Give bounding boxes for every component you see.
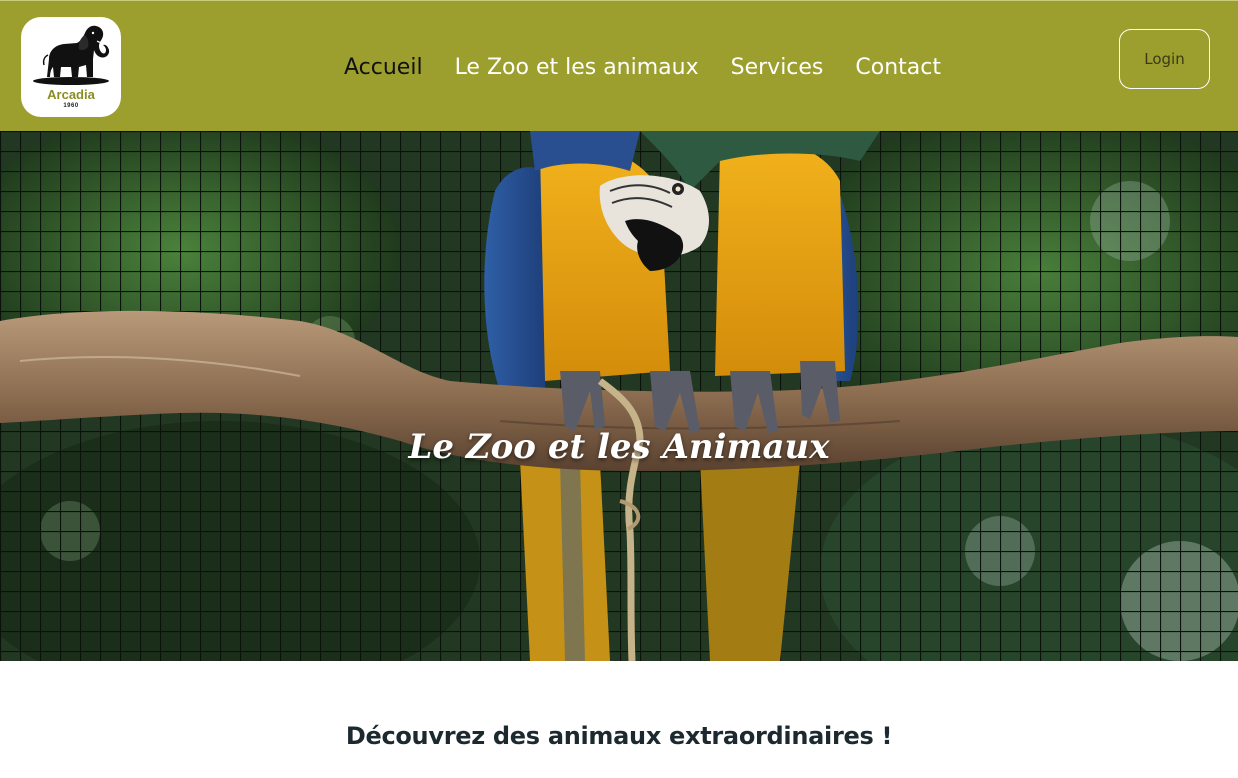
section-title: Découvrez des animaux extraordinaires ! [345, 722, 893, 750]
elephant-icon [33, 25, 110, 85]
nav-item-contact[interactable]: Contact [855, 53, 941, 83]
login-button[interactable]: Login [1119, 29, 1210, 89]
logo[interactable]: Arcadia 1960 [21, 17, 121, 117]
brand-name: Arcadia [47, 87, 95, 102]
page: Arcadia 1960 Accueil Le Zoo et les anima… [0, 0, 1238, 778]
nav-item-services[interactable]: Services [731, 53, 824, 83]
main-nav: Accueil Le Zoo et les animaux Services C… [344, 53, 941, 83]
nav-item-accueil[interactable]: Accueil [344, 53, 423, 83]
hero-banner: Le Zoo et les Animaux [0, 131, 1238, 661]
site-header: Arcadia 1960 Accueil Le Zoo et les anima… [0, 0, 1238, 131]
brand-year: 1960 [63, 103, 79, 109]
hero-title: Le Zoo et les Animaux [408, 427, 830, 467]
nav-item-zoo-animaux[interactable]: Le Zoo et les animaux [455, 53, 699, 83]
hero-image [0, 131, 1238, 661]
